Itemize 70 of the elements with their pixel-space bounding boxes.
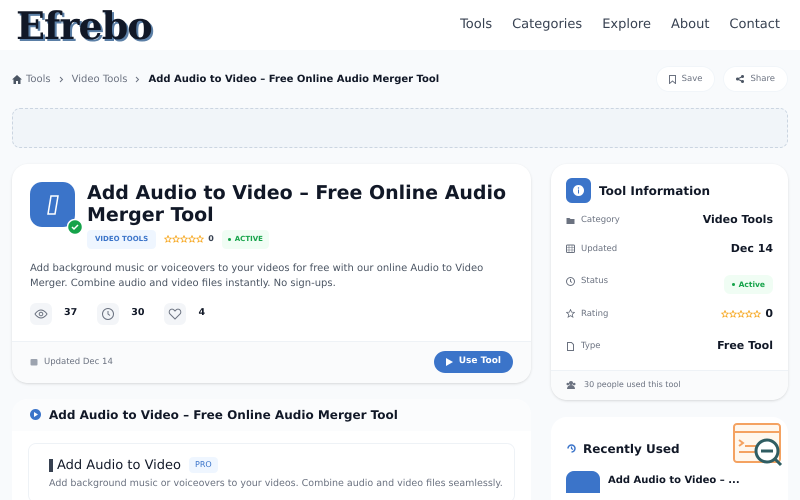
info-title: Tool Information — [599, 182, 710, 200]
eye-icon — [34, 306, 48, 320]
history-icon — [566, 443, 577, 454]
check-badge-icon — [67, 219, 83, 235]
tool-title: Add Audio to Video – Free Online Audio Merger Tool — [87, 182, 508, 226]
breadcrumb-link[interactable]: Video Tools — [72, 72, 128, 86]
info-label: Updated — [581, 242, 618, 256]
pro-badge: PRO — [189, 457, 218, 474]
home-icon — [12, 74, 22, 84]
folder-icon — [566, 216, 575, 225]
star-icon — [196, 235, 204, 244]
stat-count: 4 — [198, 306, 206, 320]
info-icon — [566, 178, 591, 203]
section-title: Add Audio to Video – Free Online Audio Merger Tool — [49, 406, 398, 424]
browser-search-icon[interactable] — [733, 422, 783, 466]
star-icon — [729, 310, 738, 318]
logo[interactable]: Efrebo — [16, 0, 152, 54]
info-label: Rating — [581, 308, 608, 320]
star-icon — [737, 310, 746, 318]
nav-link[interactable]: Explore — [602, 15, 651, 35]
breadcrumb-current: Add Audio to Video – Free Online Audio Merger Tool — [148, 72, 440, 86]
star-icon — [753, 310, 762, 318]
bookmark-icon — [668, 74, 676, 84]
rating-count: 0 — [208, 233, 214, 246]
clock-icon — [566, 276, 575, 286]
nav-link[interactable]: Categories — [512, 15, 582, 35]
tool-description: Add background music or voiceovers to your videos for free with our online Audio to Video Merger. Combine audio and video files instantly. No sign-ups. — [30, 262, 484, 290]
info-value: Free Tool — [717, 338, 773, 354]
info-value: Video Tools — [702, 212, 773, 228]
share-button[interactable]: Share — [723, 66, 788, 92]
play-circle-icon — [30, 409, 41, 420]
info-label: Status — [581, 275, 608, 288]
usage-count: 30 people used this tool — [584, 379, 680, 391]
bar-icon — [49, 458, 53, 472]
star-icon — [164, 235, 172, 244]
info-value: Dec 14 — [730, 240, 773, 256]
star-icon — [745, 310, 754, 318]
updated-date: Updated Dec 14 — [44, 356, 113, 368]
star-icon — [188, 235, 196, 244]
use-tool-button[interactable]: Use Tool — [434, 351, 513, 373]
users-icon — [566, 381, 576, 389]
info-label: Category — [581, 214, 620, 227]
nav-link[interactable]: About — [670, 15, 710, 35]
heart-icon — [168, 306, 182, 320]
stat-count: 30 — [131, 306, 144, 320]
recent-item[interactable]: Add Audio to Video – ... — [608, 472, 740, 488]
save-button[interactable]: Save — [656, 66, 716, 92]
star-icon — [172, 235, 180, 244]
tool-icon — [566, 470, 600, 492]
app-title: Add Audio to Video — [57, 456, 181, 474]
calendar-icon — [30, 358, 38, 366]
file-icon — [566, 342, 575, 351]
info-label: Type — [581, 340, 601, 353]
recent-title: Recently Used — [583, 440, 680, 458]
share-icon — [736, 75, 744, 83]
nav-link[interactable]: Contact — [729, 15, 780, 35]
calendar-icon — [566, 244, 575, 254]
rating-value: 0 — [765, 306, 773, 322]
stat-count: 37 — [64, 306, 78, 320]
clock-icon — [101, 306, 116, 320]
play-icon — [446, 358, 453, 366]
chevron-icon — [58, 76, 64, 82]
chevron-icon — [135, 76, 140, 82]
tool-icon — [30, 182, 75, 227]
breadcrumb-link[interactable]: Tools — [26, 72, 51, 86]
app-description: Add background music or voiceovers to your videos. Combine audio and video files seamlessly. — [49, 477, 503, 490]
star-icon — [180, 235, 188, 244]
star-icon — [721, 310, 730, 318]
nav-link[interactable]: Tools — [460, 15, 492, 35]
star-icon — [566, 309, 575, 318]
